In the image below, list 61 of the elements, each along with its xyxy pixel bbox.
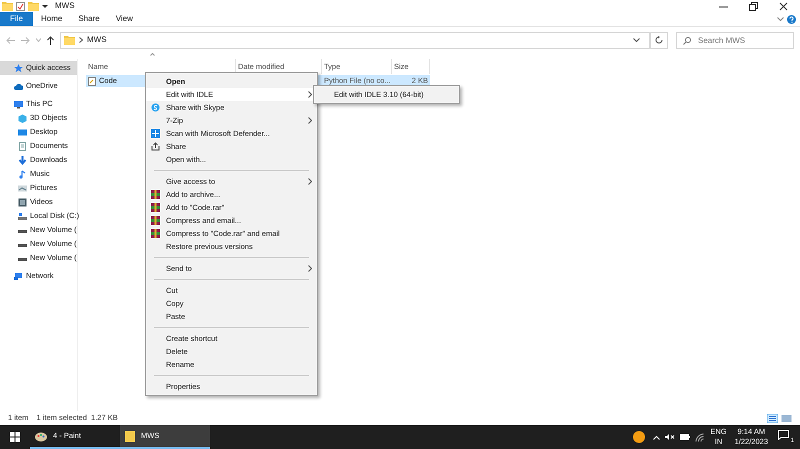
video-icon bbox=[18, 198, 27, 206]
ribbon-tab[interactable]: View bbox=[108, 13, 141, 25]
archive-icon bbox=[151, 229, 160, 238]
help-icon bbox=[787, 14, 796, 24]
doc-icon bbox=[18, 142, 27, 150]
window-title: MWS bbox=[55, 0, 75, 12]
folder-icon bbox=[28, 1, 39, 11]
back-icon bbox=[6, 36, 15, 44]
wifi-icon bbox=[695, 432, 704, 442]
archive-icon bbox=[151, 216, 160, 225]
address-path: MWS bbox=[87, 34, 107, 46]
speaker-muted-icon bbox=[665, 433, 676, 441]
refresh-icon bbox=[655, 36, 663, 44]
chevron-right-icon bbox=[308, 91, 312, 98]
star-icon bbox=[14, 64, 23, 72]
dropdown-icon bbox=[42, 3, 48, 9]
folder-icon bbox=[125, 430, 135, 442]
chevron-right-icon bbox=[308, 117, 312, 124]
notification-icon bbox=[778, 430, 789, 440]
search-field[interactable]: Search MWS bbox=[676, 32, 794, 48]
forward-icon bbox=[21, 36, 30, 44]
palette-icon bbox=[35, 430, 47, 442]
chevron-right-icon bbox=[79, 37, 83, 43]
details-view-icon bbox=[767, 414, 778, 422]
network-icon bbox=[14, 272, 23, 280]
ribbon-tab[interactable]: Share bbox=[70, 13, 108, 25]
chevron-right-icon bbox=[308, 178, 312, 185]
python-file-icon bbox=[88, 76, 96, 86]
archive-icon bbox=[151, 203, 160, 212]
search-icon bbox=[683, 36, 691, 44]
folder-icon bbox=[64, 35, 75, 45]
thumbnail-view-icon bbox=[781, 414, 792, 422]
dropdown-icon bbox=[36, 38, 41, 42]
app-tray-icon bbox=[633, 431, 646, 443]
share-icon bbox=[151, 142, 160, 151]
chevron-right-icon bbox=[308, 265, 312, 272]
chevron-down-icon bbox=[633, 38, 640, 42]
ribbon-tab[interactable]: File bbox=[0, 12, 33, 26]
refresh-button[interactable] bbox=[650, 32, 668, 48]
folder-icon bbox=[2, 1, 13, 11]
restore-icon bbox=[749, 2, 758, 10]
cube-icon bbox=[18, 114, 27, 122]
music-icon bbox=[18, 170, 27, 178]
picture-icon bbox=[18, 184, 27, 192]
download-icon bbox=[18, 156, 27, 164]
chevron-up-icon bbox=[653, 434, 660, 440]
up-icon bbox=[47, 36, 54, 44]
skype-icon bbox=[151, 103, 160, 112]
desktop-icon bbox=[18, 128, 27, 136]
defender-icon bbox=[151, 129, 160, 138]
close-icon bbox=[779, 2, 788, 10]
battery-icon bbox=[680, 434, 690, 440]
cloud-icon bbox=[14, 82, 23, 90]
chevron-down-icon bbox=[777, 16, 784, 22]
windows-logo-icon bbox=[10, 432, 20, 442]
archive-icon bbox=[151, 190, 160, 199]
checklist-icon bbox=[16, 2, 25, 10]
ribbon-tab[interactable]: Home bbox=[33, 13, 70, 25]
address-bar[interactable]: MWS bbox=[60, 32, 650, 48]
disk-icon bbox=[18, 212, 27, 220]
pc-icon bbox=[14, 100, 23, 108]
